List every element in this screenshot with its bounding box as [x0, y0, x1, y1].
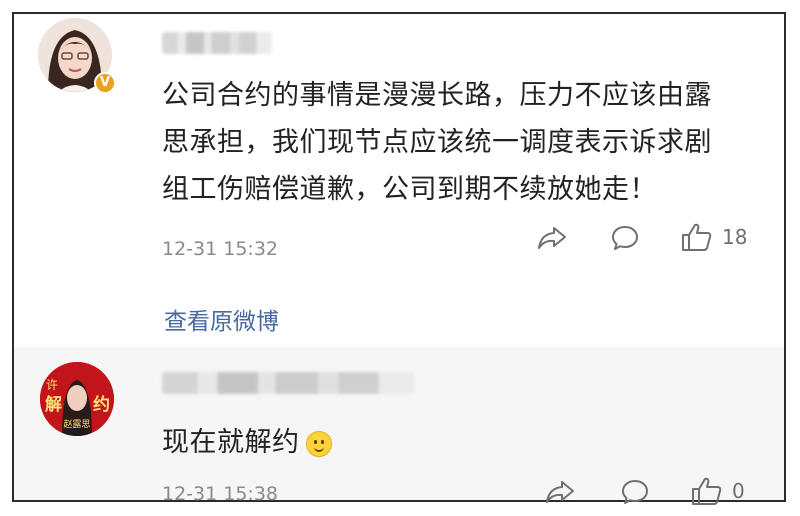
share-button[interactable] [536, 224, 568, 252]
comment-text: 公司合约的事情是漫漫长路，压力不应该由露 思承担，我们现节点应该统一调度表示诉求… [162, 72, 772, 213]
avatar[interactable]: 许 解 约 赵露思 [40, 362, 114, 436]
share-button[interactable] [544, 478, 576, 506]
comment-text-line: 思承担，我们现节点应该统一调度表示诉求剧 [162, 127, 712, 158]
avatar-text: 约 [93, 395, 110, 415]
comment-1: V 公司合约的事情是漫漫长路，压力不应该由露 思承担，我们现节点应该统一调度表示… [14, 14, 784, 347]
share-icon [546, 481, 574, 503]
username-blurred[interactable] [162, 372, 414, 394]
like-icon [692, 477, 722, 505]
verified-badge-icon: V [94, 72, 116, 94]
like-icon [682, 223, 712, 251]
avatar-text: 赵露思 [63, 420, 91, 430]
comment-text-line: 公司合约的事情是漫漫长路，压力不应该由露 [162, 80, 712, 111]
comment-icon [622, 480, 648, 504]
comment-button[interactable] [610, 223, 640, 253]
like-button[interactable]: 18 [680, 221, 747, 253]
smile-emoji-icon [305, 430, 332, 457]
view-original-link[interactable]: 查看原微博 [164, 302, 279, 336]
like-count: 0 [732, 479, 745, 503]
username-blurred[interactable] [162, 32, 272, 54]
comment-text-line: 组工伤赔偿道歉，公司到期不续放她走！ [162, 174, 657, 205]
share-icon [538, 227, 566, 249]
comment-2: 许 解 约 赵露思 现在就解约 12-31 15:38 0 [14, 347, 784, 505]
like-count: 18 [722, 225, 748, 249]
comment-timestamp: 12-31 15:32 [162, 238, 279, 260]
comment-icon [612, 226, 638, 250]
like-button[interactable]: 0 [690, 475, 745, 507]
comment-text: 现在就解约 [162, 419, 462, 466]
screenshot-frame: V 公司合约的事情是漫漫长路，压力不应该由露 思承担，我们现节点应该统一调度表示… [12, 12, 786, 505]
comment-timestamp: 12-31 15:38 [162, 483, 279, 505]
avatar-text: 解 [45, 395, 62, 415]
comment-button[interactable] [620, 477, 650, 507]
comment-text-line: 现在就解约 [162, 427, 300, 458]
